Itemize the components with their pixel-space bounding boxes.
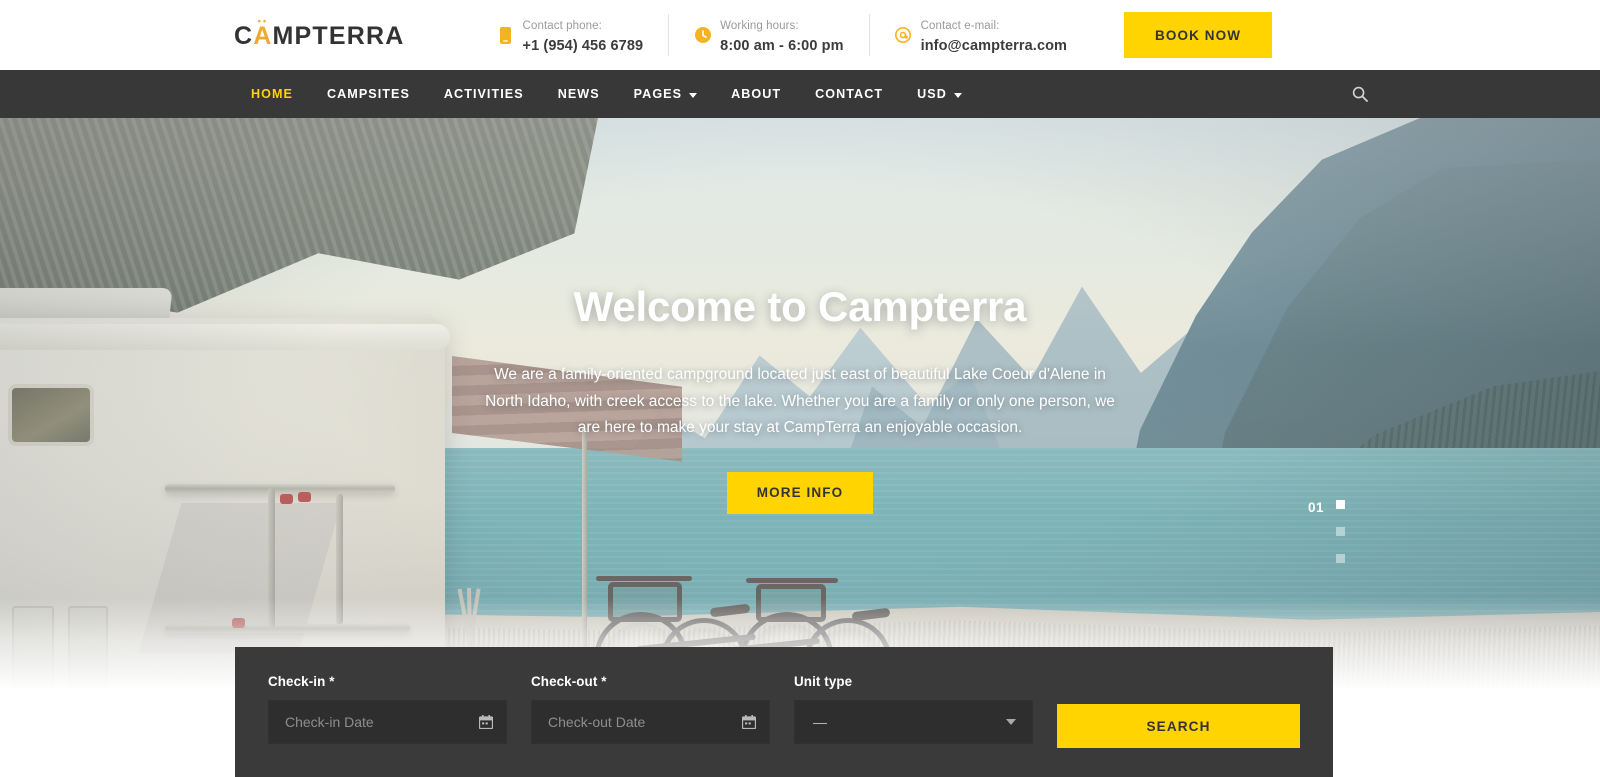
checkout-label-text: Check-out <box>531 674 598 689</box>
contact-email-value: info@campterra.com <box>920 38 1068 54</box>
nav-items: HOME CAMPSITES ACTIVITIES NEWS PAGES ABO… <box>234 87 979 101</box>
checkout-required-mark: * <box>601 674 607 689</box>
contact-email[interactable]: Contact e-mail: info@campterra.com <box>868 14 1092 56</box>
nav-item-currency-usd[interactable]: USD <box>900 87 979 101</box>
logo-tent-dots-icon: •• <box>257 15 269 26</box>
slider-dot-3[interactable] <box>1336 554 1345 563</box>
slider-dots <box>1336 500 1345 563</box>
slide-number: 01 <box>1307 500 1324 515</box>
chevron-down-icon <box>953 92 962 98</box>
hero-content: Welcome to Campterra We are a family-ori… <box>0 283 1600 514</box>
search-icon[interactable] <box>1352 86 1368 102</box>
contact-phone-value: +1 (954) 456 6789 <box>522 38 644 54</box>
bike-seat-1 <box>709 603 751 618</box>
bike-seat-2 <box>851 607 891 622</box>
contact-hours-label: Working hours: <box>720 19 799 32</box>
rv-rack-clip-3 <box>232 618 245 628</box>
contact-hours-value: 8:00 am - 6:00 pm <box>720 38 844 54</box>
at-email-icon <box>895 27 912 44</box>
bike-handlebar-2 <box>746 578 838 583</box>
nav-label-about: ABOUT <box>731 87 782 101</box>
contact-info-group: Contact phone: +1 (954) 456 6789 Working… <box>485 14 1093 56</box>
nav-label-activities: ACTIVITIES <box>443 87 524 101</box>
nav-item-about[interactable]: ABOUT <box>714 87 798 101</box>
hero-slider: Welcome to Campterra We are a family-ori… <box>0 118 1600 690</box>
nav-label-contact: CONTACT <box>815 87 884 101</box>
slider-pagination: 01 <box>1308 500 1345 563</box>
checkin-field-group: Check-in * <box>268 674 508 744</box>
nav-label-home: HOME <box>251 87 293 101</box>
nav-label-pages: PAGES <box>633 87 683 101</box>
logo-text-accent: A <box>253 21 273 50</box>
unit-type-label: Unit type <box>794 674 853 689</box>
hero-description: We are a family-oriented campground loca… <box>485 366 1115 437</box>
bike-basket-1 <box>608 582 682 622</box>
nav-label-news: NEWS <box>557 87 600 101</box>
nav-label-usd: USD <box>917 87 947 101</box>
bike-handlebar-1 <box>596 576 692 581</box>
checkout-label: Check-out * <box>531 674 770 689</box>
contact-hours: Working hours: 8:00 am - 6:00 pm <box>668 14 868 56</box>
nav-item-activities[interactable]: ACTIVITIES <box>427 87 541 101</box>
search-button[interactable]: SEARCH <box>1057 704 1300 748</box>
checkin-label-text: Check-in <box>268 674 326 689</box>
page-title: Welcome to Campterra <box>573 283 1027 330</box>
rv-bike-rack-lower <box>165 624 410 633</box>
calendar-icon[interactable] <box>742 715 757 729</box>
rv-storage-door-2 <box>68 606 108 690</box>
checkout-input[interactable] <box>532 701 770 743</box>
main-navigation: HOME CAMPSITES ACTIVITIES NEWS PAGES ABO… <box>0 70 1600 118</box>
contact-phone-label: Contact phone: <box>522 19 602 32</box>
book-now-button[interactable]: BOOK NOW <box>1124 12 1273 58</box>
nav-item-news[interactable]: NEWS <box>541 87 617 101</box>
checkin-input-wrap[interactable] <box>268 700 508 744</box>
bike-basket-2 <box>756 584 826 622</box>
top-bar: C •• A MPTERRA Contact phone: +1 (954) 456 … <box>0 0 1600 70</box>
checkout-field-group: Check-out * <box>531 674 771 744</box>
contact-phone[interactable]: Contact phone: +1 (954) 456 6789 <box>485 14 669 56</box>
more-info-button[interactable]: MORE INFO <box>727 471 873 514</box>
logo-tent-a-icon: •• A <box>253 16 273 51</box>
phone-icon <box>497 26 514 44</box>
site-logo[interactable]: C •• A MPTERRA <box>234 16 405 51</box>
checkin-required-mark: * <box>329 674 335 689</box>
nav-item-contact[interactable]: CONTACT <box>798 87 900 101</box>
slider-dot-2[interactable] <box>1336 527 1345 536</box>
booking-search-panel: Check-in * Check-out * Unit type — SEARC <box>235 647 1333 777</box>
unit-type-selected-value: — <box>813 714 828 730</box>
nav-item-pages[interactable]: PAGES <box>617 87 714 101</box>
rv-storage-door-1 <box>12 606 54 690</box>
unit-type-select[interactable]: — <box>794 700 1034 744</box>
slider-dot-1[interactable] <box>1336 500 1345 509</box>
nav-item-campsites[interactable]: CAMPSITES <box>310 87 427 101</box>
nav-label-campsites: CAMPSITES <box>326 87 410 101</box>
logo-text-before: C <box>234 21 254 50</box>
logo-text-after: MPTERRA <box>272 21 405 50</box>
calendar-icon[interactable] <box>479 715 494 729</box>
clock-icon <box>694 27 711 44</box>
unit-type-field-group: Unit type — <box>794 674 1034 744</box>
checkout-input-wrap[interactable] <box>531 700 771 744</box>
nav-item-home[interactable]: HOME <box>234 87 310 101</box>
chevron-down-icon <box>1006 719 1017 725</box>
chevron-down-icon <box>689 92 698 98</box>
checkin-input[interactable] <box>269 701 507 743</box>
contact-email-label: Contact e-mail: <box>920 19 1000 32</box>
checkin-label: Check-in * <box>268 674 507 689</box>
